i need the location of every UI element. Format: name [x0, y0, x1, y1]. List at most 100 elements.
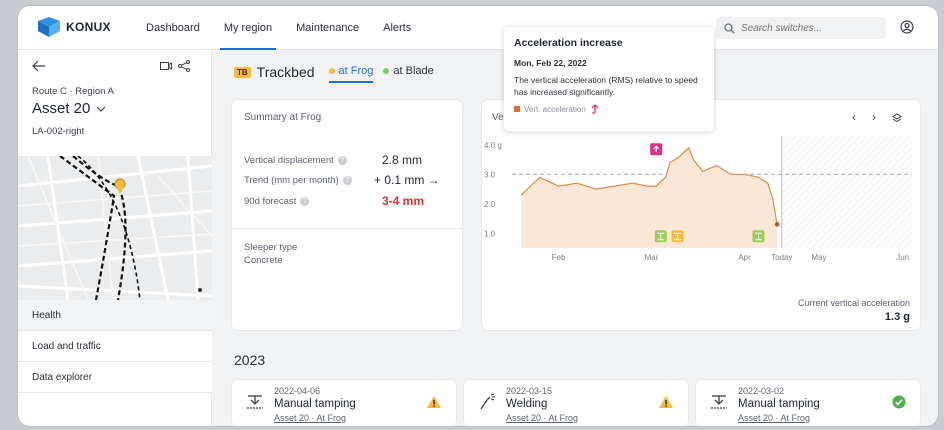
- event-card-0[interactable]: 2022-04-06 Manual tamping Asset 20 · At …: [232, 380, 456, 426]
- top-bar: KONUX Dashboard My region Maintenance Al…: [18, 6, 938, 50]
- event-name: Manual tamping: [274, 398, 356, 410]
- event-name: Manual tamping: [738, 398, 820, 410]
- search-box[interactable]: [716, 17, 886, 39]
- chevron-right-icon: ›: [872, 110, 876, 124]
- summary-title: Summary at Frog: [244, 112, 322, 123]
- app-window: KONUX Dashboard My region Maintenance Al…: [18, 6, 938, 426]
- events-year: 2023: [234, 352, 266, 368]
- tooltip-date: Mon, Feb 22, 2022: [514, 58, 587, 68]
- series-area: [521, 147, 778, 248]
- tab-at-frog[interactable]: at Frog: [328, 65, 374, 83]
- chevron-left-icon: ‹: [852, 110, 856, 124]
- chart-next-button[interactable]: ›: [872, 110, 876, 124]
- tab-at-blade[interactable]: at Blade: [383, 65, 434, 79]
- tooltip-title: Acceleration increase: [514, 37, 623, 49]
- acceleration-tooltip: Acceleration increase Mon, Feb 22, 2022 …: [504, 27, 714, 131]
- trend-label: Trend (mm per month)?: [244, 175, 352, 186]
- chart-prev-button[interactable]: ‹: [852, 110, 856, 124]
- tooltip-legend: Vert. acceleration: [514, 104, 704, 114]
- tab-at-frog-label: at Frog: [338, 65, 374, 77]
- nav-maintenance[interactable]: Maintenance: [284, 6, 371, 50]
- trend-value: + 0.1 mm →: [374, 173, 440, 187]
- blade-dot-icon: [383, 68, 390, 74]
- asset-id: LA-002-right: [32, 126, 85, 137]
- asset-map[interactable]: [18, 156, 212, 300]
- sidebar-menu: Health Load and traffic Data explorer: [18, 300, 212, 393]
- y-tick-label: 2.0: [484, 200, 496, 209]
- tooltip-text: The vertical acceleration (RMS) relative…: [514, 75, 698, 97]
- help-icon[interactable]: ?: [300, 197, 310, 206]
- acceleration-chart-card: Ve ‹ › 4.0 g 3.0 2.0 1.0 Feb Mar Apr Today May Ju…: [482, 100, 920, 330]
- row-label: Trend (mm per month): [244, 175, 339, 186]
- future-region: [781, 136, 912, 248]
- event-date: 2022-03-15: [506, 386, 553, 396]
- konux-logo-icon: [38, 17, 60, 37]
- nav-dashboard[interactable]: Dashboard: [134, 6, 212, 50]
- row-label: 90d forecast: [244, 196, 297, 207]
- current-acceleration-value: 1.3 g: [884, 311, 910, 323]
- check-done-icon: [892, 395, 906, 409]
- sidebar-item-data-explorer[interactable]: Data explorer: [18, 362, 212, 393]
- last-point: [774, 222, 780, 227]
- forecast-value: 3-4 mm: [382, 194, 425, 208]
- event-asset-link[interactable]: Asset 20 · At Frog: [738, 413, 810, 423]
- event-asset-link[interactable]: Asset 20 · At Frog: [274, 413, 346, 423]
- x-tick-label: Today: [771, 253, 792, 262]
- nav-my-region[interactable]: My region: [212, 6, 284, 50]
- trackbed-header: TB Trackbed at Frog at Blade: [234, 50, 438, 94]
- event-asset-link[interactable]: Asset 20 · At Frog: [506, 413, 578, 423]
- arrow-up-icon: [591, 104, 599, 114]
- warning-icon: [659, 396, 673, 408]
- layers-icon[interactable]: [892, 113, 902, 123]
- trackbed-badge: TB: [234, 66, 251, 78]
- camera-icon[interactable]: [160, 62, 172, 70]
- help-icon[interactable]: ?: [342, 176, 352, 185]
- x-tick-label: Feb: [552, 253, 566, 262]
- nav-alerts[interactable]: Alerts: [371, 6, 423, 50]
- vertical-displacement-value: 2.8 mm: [382, 153, 423, 167]
- current-acceleration-label: Current vertical acceleration: [797, 298, 910, 308]
- search-input[interactable]: [741, 22, 871, 34]
- chart-title: Ve: [492, 112, 504, 123]
- welding-icon: [480, 394, 495, 410]
- trackbed-title: Trackbed: [256, 64, 315, 80]
- search-icon: [724, 22, 735, 33]
- help-icon[interactable]: ?: [337, 156, 347, 165]
- konux-logo[interactable]: KONUX: [38, 17, 111, 37]
- acceleration-chart[interactable]: 4.0 g 3.0 2.0 1.0 Feb Mar Apr Today May Jun: [482, 132, 920, 282]
- asset-selector[interactable]: Asset 20: [32, 100, 106, 117]
- x-tick-label: Mar: [645, 253, 659, 262]
- warning-icon: [427, 396, 441, 408]
- asset-name: Asset 20: [32, 100, 91, 117]
- y-tick-label: 3.0: [484, 170, 496, 179]
- x-tick-label: Jun: [896, 253, 909, 262]
- x-tick-label: Apr: [738, 253, 751, 262]
- event-name: Welding: [506, 398, 548, 410]
- legend-swatch: [514, 106, 520, 112]
- y-tick-label: 4.0 g: [484, 141, 502, 150]
- x-tick-label: May: [811, 253, 826, 262]
- summary-card: Summary at Frog Vertical displacement? 2…: [232, 100, 462, 330]
- event-date: 2022-04-06: [274, 386, 321, 396]
- event-card-1[interactable]: 2022-03-15 Welding Asset 20 · At Frog: [464, 380, 688, 426]
- event-date: 2022-03-02: [738, 386, 785, 396]
- sidebar-item-load-traffic[interactable]: Load and traffic: [18, 331, 212, 362]
- y-tick-label: 1.0: [484, 229, 496, 238]
- map-graphic: [18, 156, 212, 300]
- back-arrow-icon[interactable]: [32, 60, 46, 72]
- sleeper-type-value: Concrete: [244, 255, 283, 266]
- tab-at-blade-label: at Blade: [393, 65, 434, 77]
- sidebar-item-health[interactable]: Health: [18, 300, 212, 331]
- row-label: Vertical displacement: [244, 155, 334, 166]
- summary-divider: [232, 228, 462, 229]
- share-icon[interactable]: [178, 60, 190, 72]
- chevron-down-icon: [96, 106, 106, 112]
- forecast-label: 90d forecast?: [244, 196, 310, 207]
- vertical-displacement-label: Vertical displacement?: [244, 155, 347, 166]
- sleeper-type-label: Sleeper type: [244, 242, 298, 253]
- app-name: KONUX: [66, 20, 111, 34]
- tamping-icon: [711, 395, 727, 409]
- tamping-icon: [247, 395, 263, 409]
- user-account-icon[interactable]: [900, 20, 914, 34]
- event-card-2[interactable]: 2022-03-02 Manual tamping Asset 20 · At …: [696, 380, 920, 426]
